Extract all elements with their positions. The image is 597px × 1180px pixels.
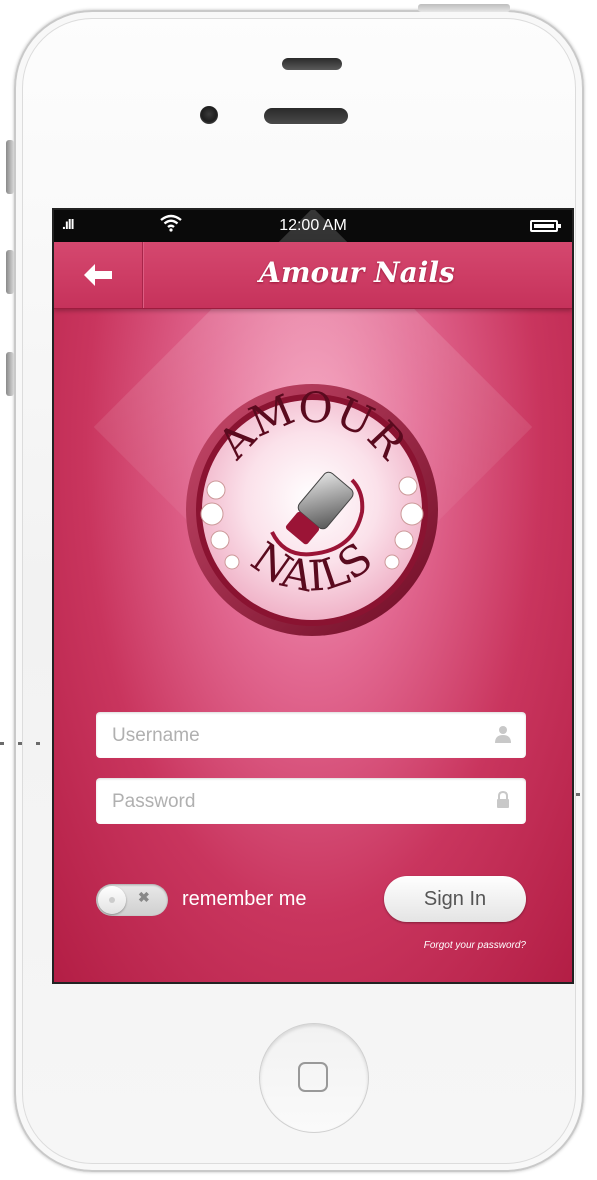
home-button[interactable] [259,1023,369,1133]
phone-screen: .ıll 12:00 AM Amour Nails [52,208,574,984]
username-field[interactable] [96,712,526,760]
amour-nails-logo: AMOUR NAILS [186,382,438,636]
toggle-off-icon: ✖ [138,889,150,905]
back-arrow-icon [84,264,112,286]
username-input[interactable] [110,712,474,760]
front-camera [200,106,218,124]
guide-dots-left [0,742,4,745]
guide-dots-right [576,793,580,796]
app-title: Amour Nails [259,256,455,289]
password-field[interactable] [96,778,526,826]
toggle-knob [98,886,126,914]
forgot-password-link[interactable]: Forgot your password? [354,940,526,951]
lock-icon [494,790,512,811]
volume-up-button [6,250,14,294]
back-button[interactable] [54,242,143,308]
volume-down-button [6,352,14,396]
home-square-icon [298,1062,328,1092]
sign-in-button[interactable]: Sign In [384,876,526,922]
speaker-grille [264,108,348,124]
guide-dots-left [36,742,40,745]
battery-icon [530,220,561,232]
remember-me-label: remember me [182,888,307,910]
app-content: Amour Nails AMOUR NAILS Username ✖ remem… [54,210,572,982]
password-input[interactable] [110,778,474,826]
silent-switch [6,140,14,194]
nav-bar: Amour Nails [54,242,572,309]
earpiece [282,58,342,70]
user-icon [494,725,512,745]
guide-dots-left [18,742,22,745]
remember-me-toggle[interactable]: ✖ [96,884,168,916]
power-button [418,4,510,12]
